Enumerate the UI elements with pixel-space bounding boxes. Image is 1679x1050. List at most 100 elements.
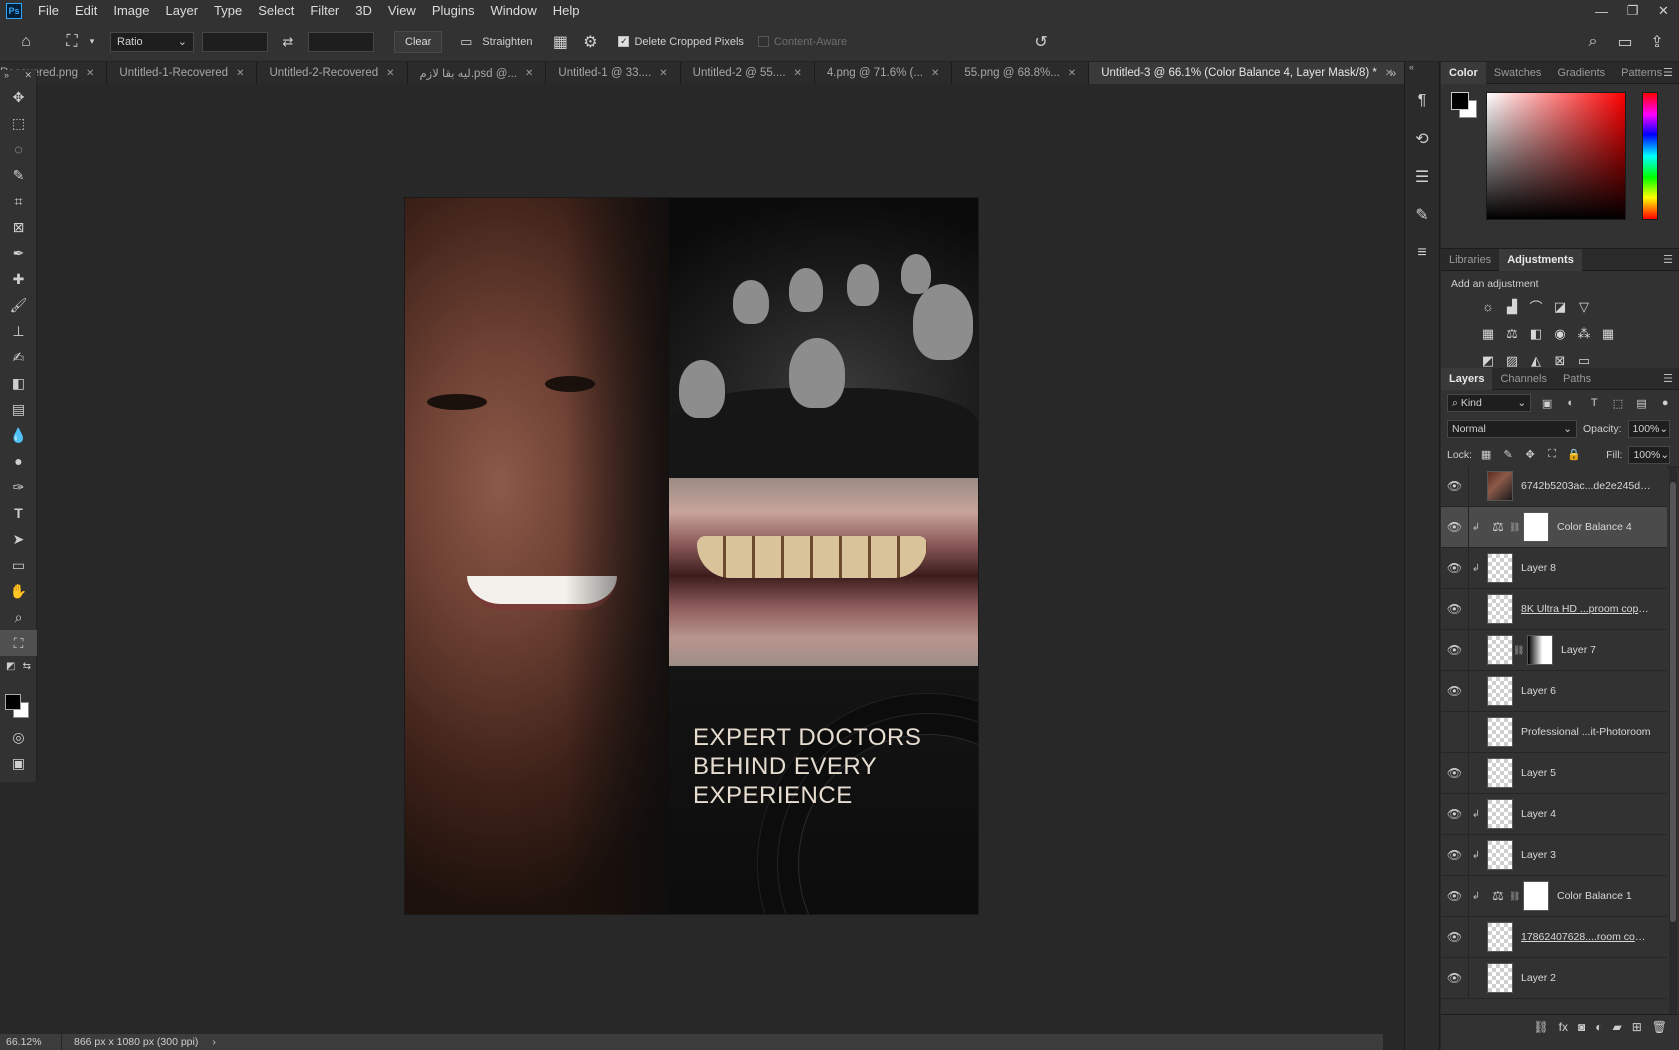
- menu-layer[interactable]: Layer: [158, 0, 207, 22]
- toolbar-grip[interactable]: » ✕: [0, 70, 36, 84]
- delete-cropped-pixels-checkbox[interactable]: ✓ Delete Cropped Pixels: [618, 36, 744, 48]
- black-white-icon[interactable]: ◧: [1527, 325, 1545, 343]
- close-icon[interactable]: ✕: [794, 68, 802, 79]
- path-selection-tool-icon[interactable]: ➤: [0, 526, 37, 552]
- color-balance-icon[interactable]: ⚖: [1503, 325, 1521, 343]
- visibility-eye-icon[interactable]: 👁: [1441, 670, 1469, 712]
- home-icon[interactable]: ⌂: [12, 28, 40, 56]
- layer-row[interactable]: 👁 Professional ...it-Photoroom: [1441, 711, 1667, 753]
- new-group-icon[interactable]: ▰: [1612, 1020, 1621, 1034]
- visibility-eye-icon[interactable]: 👁: [1441, 834, 1469, 876]
- more-tabs-icon[interactable]: »: [1382, 62, 1404, 84]
- document-tab[interactable]: 55.png @ 68.8%... ✕: [952, 62, 1090, 84]
- filter-kind-select[interactable]: ⌕ Kind ⌄: [1447, 394, 1532, 412]
- color-tab-patterns[interactable]: Patterns: [1613, 62, 1670, 84]
- pen-tool-icon[interactable]: ✑: [0, 474, 37, 500]
- minimize-icon[interactable]: —: [1586, 0, 1617, 22]
- close-icon[interactable]: ✕: [659, 68, 667, 79]
- filter-type-icon[interactable]: T: [1586, 395, 1602, 411]
- mask-link-icon[interactable]: ⛓: [1509, 522, 1520, 533]
- layer-name[interactable]: 17862407628....room copy 3...: [1521, 931, 1651, 943]
- layer-style-icon[interactable]: fx: [1559, 1020, 1568, 1034]
- search-icon[interactable]: ⌕: [1579, 28, 1607, 56]
- gradient-tool-icon[interactable]: ▤: [0, 396, 37, 422]
- gear-icon[interactable]: ⚙: [576, 28, 604, 56]
- document-canvas[interactable]: EXPERT DOCTORS BEHIND EVERY EXPERIENCE: [405, 198, 978, 914]
- visibility-eye-icon[interactable]: 👁: [1441, 711, 1469, 753]
- document-tab[interactable]: ليه بقا لازم.psd @... ✕: [407, 62, 547, 84]
- layer-thumbnail[interactable]: [1487, 758, 1513, 788]
- reset-icon[interactable]: ↺: [1027, 28, 1055, 56]
- fill-input[interactable]: 100% ⌄: [1628, 445, 1671, 464]
- layer-row[interactable]: 👁 ↲ Layer 3: [1441, 834, 1667, 876]
- paragraph-icon[interactable]: ¶: [1405, 82, 1439, 120]
- properties-icon[interactable]: ☰: [1405, 158, 1439, 196]
- layer-name[interactable]: Professional ...it-Photoroom: [1521, 726, 1651, 738]
- workspace-icon[interactable]: ▭: [1611, 28, 1639, 56]
- layer-row[interactable]: 👁 ⛓ Layer 7: [1441, 629, 1667, 671]
- document-tab[interactable]: Untitled-1-Recovered ✕: [107, 62, 258, 84]
- close-icon[interactable]: ✕: [931, 68, 939, 79]
- layer-name[interactable]: 8K Ultra HD ...proom copy 3: [1521, 603, 1651, 615]
- layer-name[interactable]: Layer 8: [1521, 562, 1556, 574]
- straighten-icon[interactable]: ▭: [452, 28, 480, 56]
- straighten-button[interactable]: Straighten: [482, 36, 532, 48]
- visibility-eye-icon[interactable]: 👁: [1441, 629, 1469, 671]
- layer-mask-thumbnail[interactable]: [1527, 635, 1553, 665]
- swap-icon[interactable]: ⇄: [274, 28, 302, 56]
- lock-all-icon[interactable]: 🔒: [1566, 447, 1582, 463]
- chevron-right-icon[interactable]: ›: [212, 1036, 216, 1048]
- ratio-height-input[interactable]: [308, 31, 374, 52]
- layers-scrollbar[interactable]: [1669, 466, 1677, 1014]
- hand-tool-icon[interactable]: ✋: [0, 578, 37, 604]
- layer-thumbnail[interactable]: [1487, 553, 1513, 583]
- layer-name[interactable]: Layer 3: [1521, 849, 1556, 861]
- strip-grip[interactable]: «: [1405, 62, 1439, 74]
- lasso-tool-icon[interactable]: ◌: [0, 136, 37, 162]
- lock-image-pixels-icon[interactable]: ✎: [1500, 447, 1516, 463]
- layer-row[interactable]: 👁 ↲ Layer 8: [1441, 547, 1667, 589]
- menu-image[interactable]: Image: [105, 0, 157, 22]
- layer-thumbnail[interactable]: [1487, 635, 1513, 665]
- blur-tool-icon[interactable]: 💧: [0, 422, 37, 448]
- layers-tab-channels[interactable]: Channels: [1492, 368, 1554, 390]
- document-tab[interactable]: Untitled-3 @ 66.1% (Color Balance 4, Lay…: [1089, 62, 1407, 84]
- adjustment-sliders-icon[interactable]: ≡: [1405, 234, 1439, 272]
- color-lookup-icon[interactable]: ▦: [1599, 325, 1617, 343]
- opacity-input[interactable]: 100% ⌄: [1627, 420, 1670, 438]
- hue-slider[interactable]: [1642, 92, 1658, 220]
- document-tab[interactable]: 4.png @ 71.6% (... ✕: [814, 62, 953, 84]
- close-icon[interactable]: ✕: [525, 68, 533, 79]
- levels-icon[interactable]: ▟: [1503, 298, 1521, 316]
- link-layers-icon[interactable]: ⛓: [1533, 1020, 1548, 1034]
- layer-thumbnail[interactable]: [1487, 594, 1513, 624]
- zoom-tool-icon[interactable]: ⌕: [0, 604, 37, 630]
- crop-tool-preset-icon[interactable]: ⛶: [58, 28, 86, 56]
- layer-row[interactable]: 👁 17862407628....room copy 3...: [1441, 916, 1667, 958]
- layer-thumbnail[interactable]: [1487, 717, 1513, 747]
- layer-thumbnail[interactable]: [1487, 471, 1513, 501]
- photo-filter-icon[interactable]: ◉: [1551, 325, 1569, 343]
- menu-select[interactable]: Select: [250, 0, 302, 22]
- type-tool-icon[interactable]: T: [0, 500, 37, 526]
- layer-row[interactable]: 👁 Layer 5: [1441, 752, 1667, 794]
- document-tab[interactable]: Untitled-2 @ 55.... ✕: [680, 62, 815, 84]
- layer-thumbnail[interactable]: [1487, 799, 1513, 829]
- menu-help[interactable]: Help: [545, 0, 588, 22]
- quick-mask-icon[interactable]: ◎: [0, 724, 37, 750]
- quick-selection-tool-icon[interactable]: ✎: [0, 162, 37, 188]
- color-tab-color[interactable]: Color: [1441, 61, 1486, 84]
- panel-menu-icon[interactable]: ☰: [1663, 66, 1673, 79]
- close-icon[interactable]: ✕: [236, 68, 244, 79]
- menu-filter[interactable]: Filter: [302, 0, 347, 22]
- layer-row[interactable]: 👁 ↲ ⚖ ⛓ Color Balance 4: [1441, 506, 1667, 548]
- overlay-grid-icon[interactable]: ▦: [546, 28, 574, 56]
- color-picker-field[interactable]: [1486, 92, 1626, 220]
- crop-frame-tool-icon[interactable]: ⌗: [0, 188, 37, 214]
- panel-menu-icon[interactable]: ☰: [1663, 253, 1673, 266]
- brush-tool-icon[interactable]: 🖌: [0, 292, 37, 318]
- zoom-level[interactable]: 66.12%: [0, 1034, 62, 1050]
- layer-row[interactable]: 👁 ↲ Layer 4: [1441, 793, 1667, 835]
- menu-window[interactable]: Window: [482, 0, 544, 22]
- visibility-eye-icon[interactable]: 👁: [1441, 466, 1469, 507]
